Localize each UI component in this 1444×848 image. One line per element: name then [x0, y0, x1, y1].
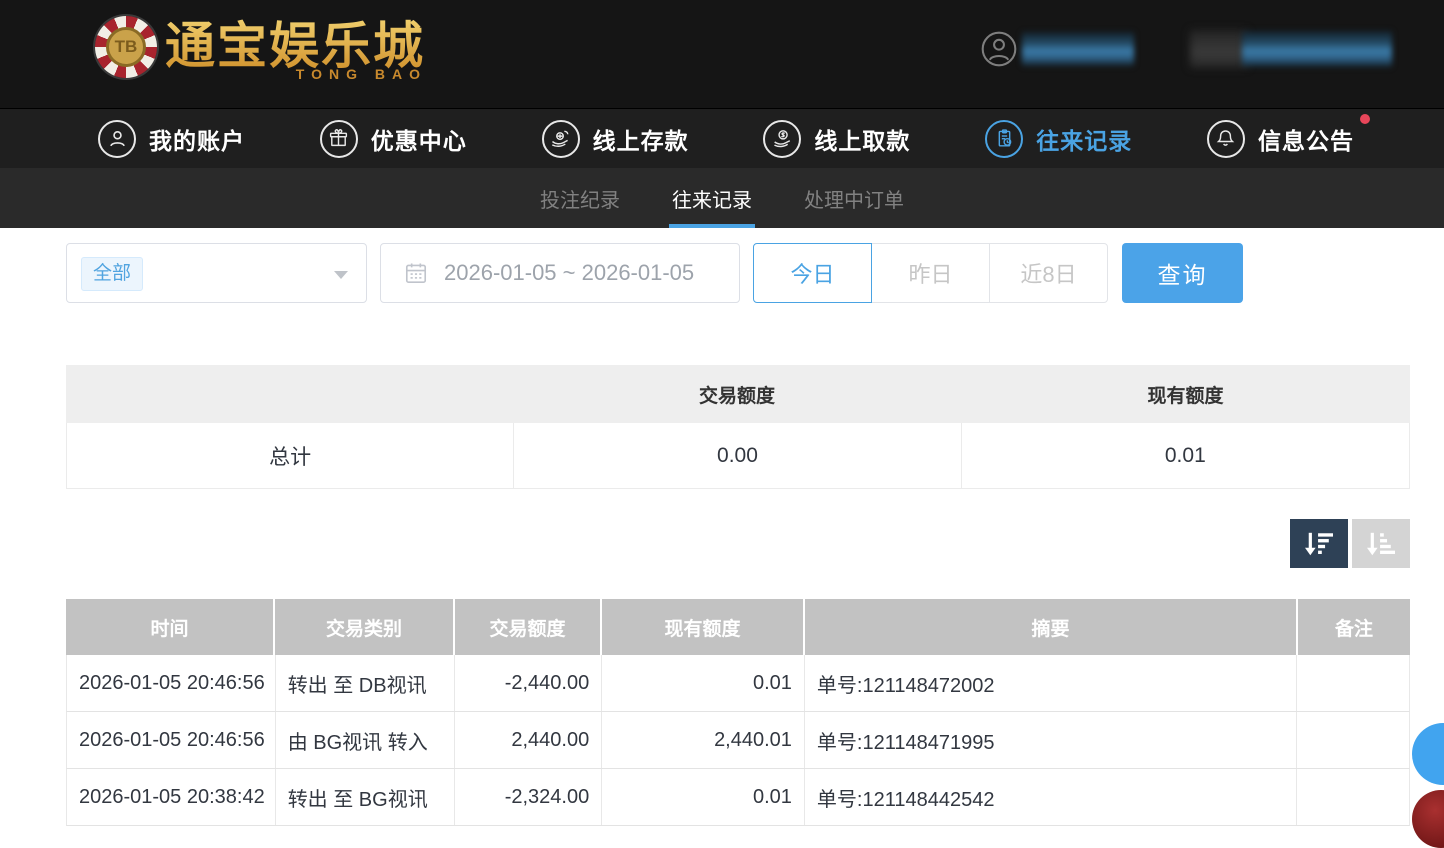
redacted-username [1022, 32, 1134, 66]
nav-item-my-account[interactable]: 我的账户 [98, 120, 245, 158]
cell-summary: 单号:121148442542 [805, 769, 1297, 825]
cell-time: 2026-01-05 20:46:56 [67, 655, 276, 711]
header-balance: 现有额度 [602, 599, 805, 655]
nav-item-announcements[interactable]: 信息公告 [1207, 120, 1354, 158]
floating-service-button[interactable] [1412, 790, 1444, 848]
chevron-down-icon [334, 271, 348, 279]
header-amount: 交易额度 [455, 599, 602, 655]
range-last8days-button[interactable]: 近8日 [989, 243, 1108, 303]
sort-ascending-icon [1364, 530, 1398, 558]
cell-remark [1297, 712, 1409, 768]
table-row: 2026-01-05 20:46:56 转出 至 DB视讯 -2,440.00 … [66, 655, 1410, 712]
cell-balance: 2,440.01 [602, 712, 805, 768]
chip-monogram: TB [106, 27, 146, 67]
bell-icon [1207, 120, 1245, 158]
date-range-value: 2026-01-05 ~ 2026-01-05 [444, 260, 694, 286]
tab-betting-records[interactable]: 投注纪录 [537, 168, 623, 228]
sort-ascending-button[interactable] [1352, 519, 1410, 568]
table-row: 2026-01-05 20:46:56 由 BG视讯 转入 2,440.00 2… [66, 712, 1410, 769]
cell-remark [1297, 655, 1409, 711]
table-row: 2026-01-05 20:38:42 转出 至 BG视讯 -2,324.00 … [66, 769, 1410, 826]
summary-balance-total: 0.01 [961, 423, 1409, 488]
cell-amount: -2,440.00 [455, 655, 602, 711]
redacted-balance [1242, 31, 1392, 67]
calendar-icon [403, 260, 429, 286]
header-time: 时间 [66, 599, 275, 655]
gift-icon [320, 120, 358, 158]
summary-total-row: 总计 0.00 0.01 [66, 423, 1410, 489]
cell-type: 转出 至 BG视讯 [276, 769, 456, 825]
records-icon [985, 120, 1023, 158]
nav-item-deposit[interactable]: 线上存款 [542, 120, 689, 158]
nav-item-promotions[interactable]: 优惠中心 [320, 120, 467, 158]
cell-amount: 2,440.00 [455, 712, 602, 768]
tab-transaction-records[interactable]: 往来记录 [669, 168, 755, 228]
table-header-row: 时间 交易类别 交易额度 现有额度 摘要 备注 [66, 599, 1410, 655]
cell-time: 2026-01-05 20:46:56 [67, 712, 276, 768]
transaction-type-select[interactable]: 全部 [66, 243, 367, 303]
cell-summary: 单号:121148471995 [805, 712, 1297, 768]
brand-subtitle: TONG BAO [296, 66, 427, 82]
cell-type: 转出 至 DB视讯 [276, 655, 456, 711]
sort-descending-button[interactable] [1290, 519, 1348, 568]
search-button[interactable]: 查询 [1122, 243, 1243, 303]
cell-summary: 单号:121148472002 [805, 655, 1297, 711]
nav-item-withdraw[interactable]: 线上取款 [763, 120, 910, 158]
deposit-hand-icon [542, 120, 580, 158]
cell-type: 由 BG视讯 转入 [276, 712, 456, 768]
floating-chat-button[interactable] [1412, 723, 1444, 785]
user-avatar-icon [980, 30, 1018, 68]
summary-transaction-total: 0.00 [513, 423, 960, 488]
nav-item-transaction-records[interactable]: 往来记录 [985, 120, 1132, 158]
quick-range-group: 今日 昨日 近8日 [753, 243, 1108, 303]
brand-logo[interactable]: TB 通宝娱乐城 TONG BAO [95, 16, 425, 78]
range-today-button[interactable]: 今日 [753, 243, 872, 303]
user-area [980, 30, 1392, 68]
tab-processing-orders[interactable]: 处理中订单 [801, 168, 907, 228]
summary-header-balance: 现有额度 [961, 365, 1410, 423]
date-range-input[interactable]: 2026-01-05 ~ 2026-01-05 [380, 243, 740, 303]
notification-dot [1360, 114, 1370, 124]
summary-table: 交易额度 现有额度 总计 0.00 0.01 [66, 365, 1410, 489]
transactions-table: 时间 交易类别 交易额度 现有额度 摘要 备注 2026-01-05 20:46… [66, 599, 1410, 826]
summary-total-label: 总计 [67, 423, 513, 488]
site-header: TB 通宝娱乐城 TONG BAO [0, 0, 1444, 108]
redacted-label [1190, 30, 1248, 68]
sub-nav: 投注纪录 往来记录 处理中订单 [0, 168, 1444, 228]
user-circle-icon [98, 120, 136, 158]
sort-buttons [1290, 519, 1410, 568]
summary-header-empty [66, 365, 513, 423]
header-remark: 备注 [1298, 599, 1410, 655]
cell-amount: -2,324.00 [455, 769, 602, 825]
header-summary: 摘要 [805, 599, 1298, 655]
brand-text: 通宝娱乐城 TONG BAO [165, 18, 425, 74]
summary-header-transaction: 交易额度 [513, 365, 961, 423]
cell-balance: 0.01 [602, 655, 805, 711]
cell-time: 2026-01-05 20:38:42 [67, 769, 276, 825]
header-type: 交易类别 [275, 599, 455, 655]
withdraw-hand-icon [763, 120, 801, 158]
summary-header-row: 交易额度 现有额度 [66, 365, 1410, 423]
main-nav: 我的账户 优惠中心 线上存款 线上 [0, 108, 1444, 168]
transaction-records-page: { "brand": { "chip_text": "TB", "name": … [0, 0, 1444, 823]
sort-descending-icon [1302, 530, 1336, 558]
casino-chip-icon: TB [95, 16, 157, 78]
range-yesterday-button[interactable]: 昨日 [871, 243, 990, 303]
selected-type-chip[interactable]: 全部 [81, 257, 143, 291]
cell-remark [1297, 769, 1409, 825]
cell-balance: 0.01 [602, 769, 805, 825]
